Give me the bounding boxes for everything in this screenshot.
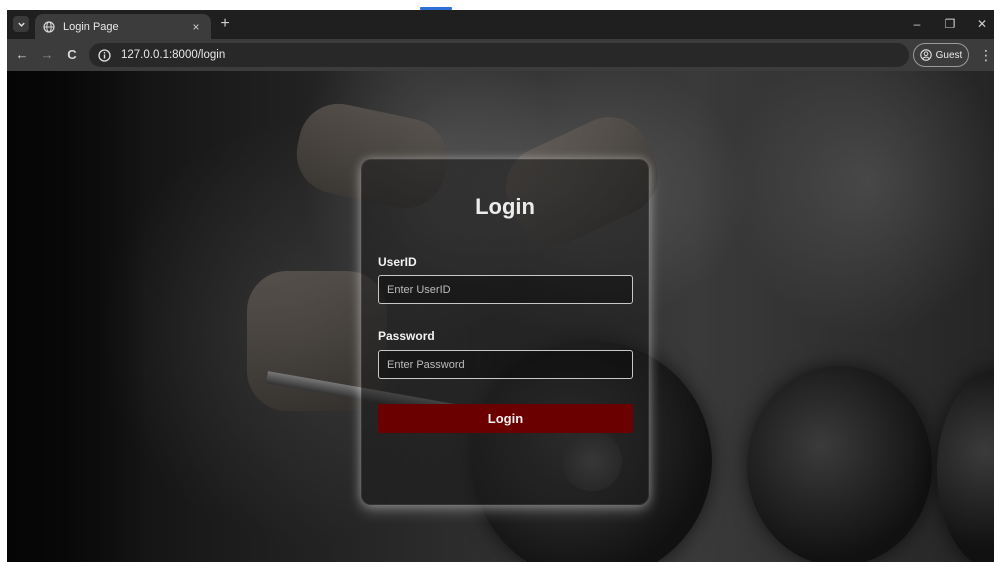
reload-button[interactable]: C	[63, 47, 81, 63]
browser-menu-button[interactable]: ⋮	[979, 47, 993, 63]
profile-label: Guest	[935, 49, 963, 61]
window-accent-line	[420, 7, 452, 10]
user-circle-icon	[919, 49, 932, 61]
profile-button[interactable]: Guest	[913, 43, 969, 67]
browser-window: Login Page × + – ❐ ✕ ← → C 127.0.0.1:800…	[7, 10, 994, 562]
info-circle-icon	[97, 48, 111, 62]
tab-search-button[interactable]	[13, 16, 29, 32]
tab-login-page[interactable]: Login Page ×	[35, 14, 211, 39]
browser-toolbar: ← → C 127.0.0.1:8000/login Guest ⋮	[7, 39, 994, 71]
forward-button[interactable]: →	[38, 47, 56, 63]
back-button[interactable]: ←	[13, 47, 31, 63]
restore-button[interactable]: ❐	[940, 16, 960, 32]
page-title: Login	[475, 194, 535, 219]
password-label: Password	[378, 329, 435, 343]
globe-icon	[43, 20, 55, 33]
background-plate-right	[747, 366, 932, 562]
new-tab-button[interactable]: +	[217, 16, 233, 32]
address-bar[interactable]: 127.0.0.1:8000/login	[89, 43, 909, 67]
background-shadow	[7, 71, 147, 562]
site-info-icon[interactable]	[97, 48, 111, 62]
password-input[interactable]	[378, 350, 633, 379]
login-card: Login UserID Password Login	[361, 159, 649, 505]
userid-label: UserID	[378, 255, 417, 269]
url-text: 127.0.0.1:8000/login	[121, 49, 226, 61]
tab-close-button[interactable]: ×	[189, 20, 203, 34]
background-plate-far-right	[937, 371, 994, 562]
userid-input[interactable]	[378, 275, 633, 304]
tab-strip: Login Page × + – ❐ ✕	[7, 10, 994, 39]
chevron-down-icon	[17, 22, 25, 27]
page-viewport: Login UserID Password Login	[7, 71, 994, 562]
tab-title: Login Page	[63, 20, 119, 33]
close-window-button[interactable]: ✕	[972, 16, 992, 32]
minimize-button[interactable]: –	[907, 16, 927, 32]
login-button[interactable]: Login	[378, 404, 633, 433]
